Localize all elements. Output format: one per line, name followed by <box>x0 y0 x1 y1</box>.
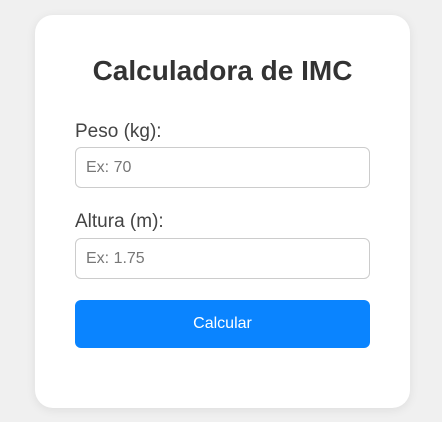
height-input[interactable] <box>75 238 370 279</box>
weight-label: Peso (kg): <box>75 121 162 142</box>
page-title: Calculadora de IMC <box>92 55 353 86</box>
bmi-calculator-card: Calculadora de IMC Peso (kg): Altura (m)… <box>35 15 410 408</box>
weight-input[interactable] <box>75 147 370 188</box>
height-label: Altura (m): <box>75 211 164 232</box>
calculate-button[interactable]: Calcular <box>75 300 370 348</box>
